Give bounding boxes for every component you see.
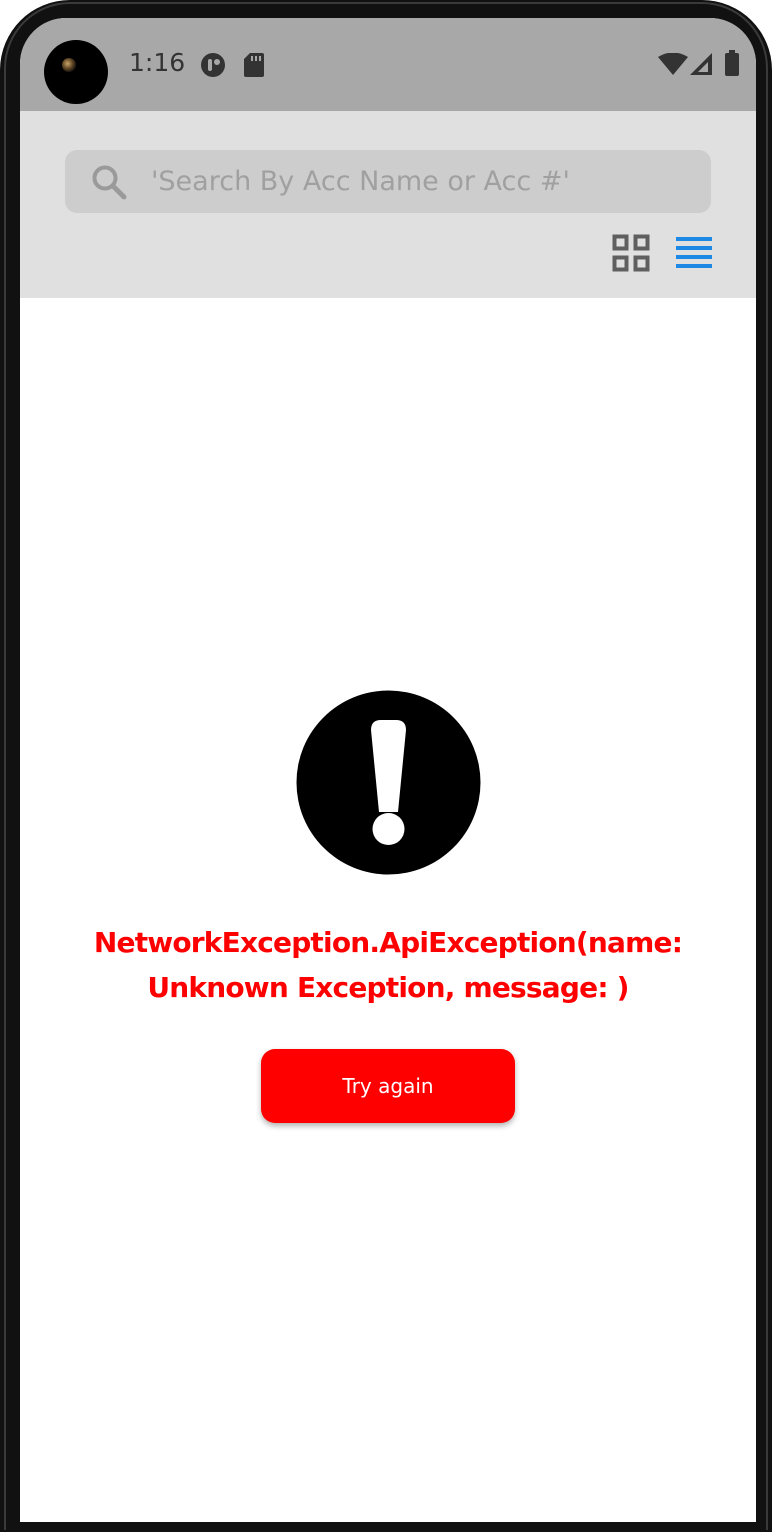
wifi-icon xyxy=(658,53,688,75)
app-notification-icon xyxy=(201,53,225,77)
status-bar: 1:16 xyxy=(20,18,756,111)
grid-view-icon[interactable] xyxy=(612,234,650,272)
try-again-button[interactable]: Try again xyxy=(261,1049,515,1123)
search-input[interactable] xyxy=(151,150,691,213)
phone-frame: 1:16 'Search By Acc Name or Acc #' Netwo… xyxy=(0,0,772,1532)
app-bar xyxy=(20,111,756,298)
search-icon xyxy=(92,165,127,200)
cell-signal-icon xyxy=(690,53,712,75)
camera-lens xyxy=(62,58,76,72)
sd-card-icon xyxy=(244,53,264,77)
search-bar[interactable] xyxy=(65,150,711,213)
list-view-icon[interactable] xyxy=(675,234,713,272)
status-time: 1:16 xyxy=(129,48,186,77)
camera-cutout xyxy=(44,40,108,104)
battery-icon xyxy=(725,50,739,76)
error-message: NetworkException.ApiException(name: Unkn… xyxy=(93,926,683,1004)
content-area: NetworkException.ApiException(name: Unkn… xyxy=(20,298,756,1522)
exclamation-circle-icon xyxy=(296,690,481,875)
phone-screen: 1:16 'Search By Acc Name or Acc #' Netwo… xyxy=(20,18,756,1522)
